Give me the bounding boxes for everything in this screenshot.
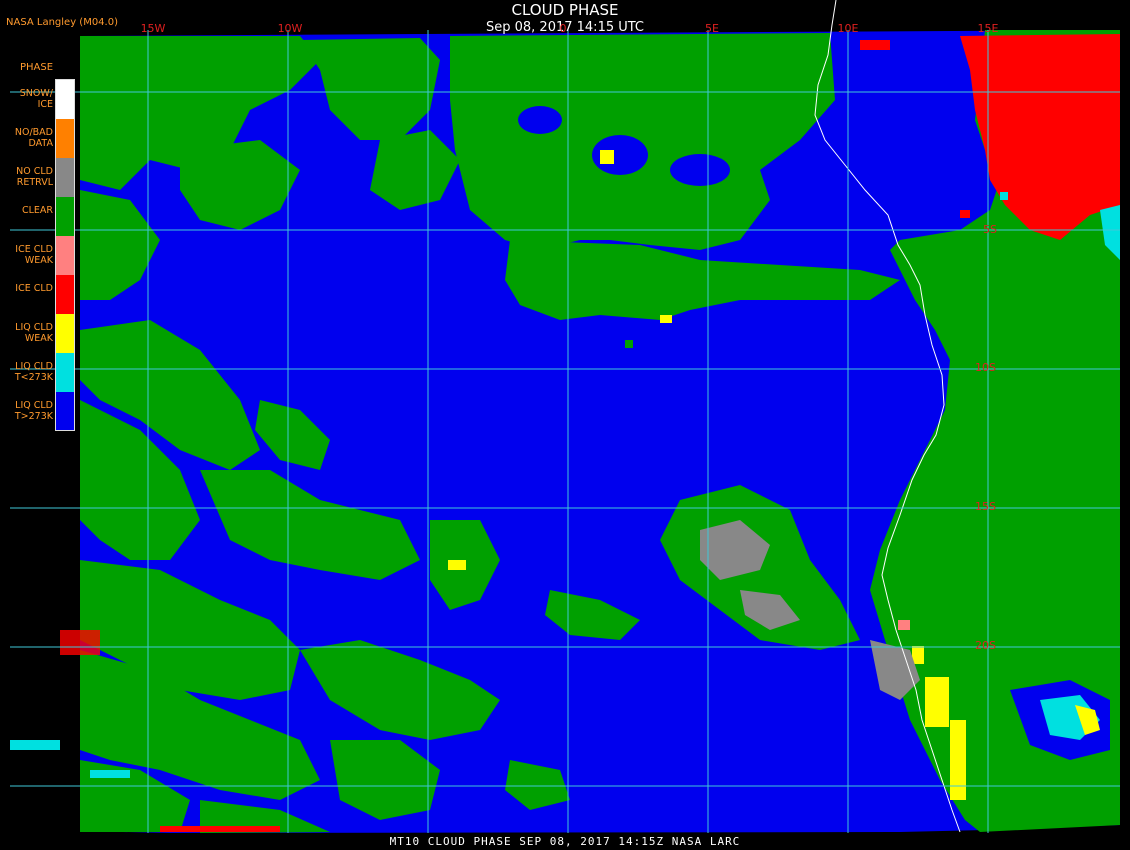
lon-label-15w: 15W (140, 22, 166, 35)
legend-swatch (56, 80, 74, 119)
producer-credit: NASA Langley (M04.0) (6, 17, 118, 28)
map-title: CLOUD PHASE (511, 1, 619, 19)
lat-label-10s: 10S (975, 361, 996, 374)
legend-label: ICE CLD WEAK (15, 244, 53, 266)
lon-label-15e: 15E (977, 22, 999, 35)
legend-label: LIQ CLD T>273K (14, 400, 53, 422)
legend-swatch (56, 314, 74, 353)
map-image (0, 0, 1130, 850)
cloud-phase-map: CLOUD PHASE Sep 08, 2017 14:15 UTC NASA … (0, 0, 1130, 850)
legend-swatch (56, 197, 74, 236)
phase-legend: PHASE SNOW/ ICE NO/BAD DATA NO CLD RETRVL C… (0, 55, 80, 435)
lat-label-5s: 5S (983, 223, 997, 236)
legend-swatch (56, 119, 74, 158)
footer-caption: MT10 CLOUD PHASE SEP 08, 2017 14:15Z NAS… (389, 835, 741, 848)
legend-label: SNOW/ ICE (19, 88, 53, 110)
legend-label: LIQ CLD T<273K (14, 361, 53, 383)
legend-swatch (56, 275, 74, 314)
lon-label-5e: 5E (705, 22, 719, 35)
legend-label: LIQ CLD WEAK (15, 322, 53, 344)
legend-swatch (56, 392, 74, 431)
legend-label: NO CLD RETRVL (16, 166, 53, 188)
legend-swatch (56, 158, 74, 197)
legend-title: PHASE (20, 62, 54, 73)
legend-label: ICE CLD (15, 283, 53, 294)
lat-label-20s: 20S (975, 639, 996, 652)
legend-label: NO/BAD DATA (14, 127, 53, 149)
lat-label-15s: 15S (975, 500, 996, 513)
lon-label-0: 0 (559, 22, 567, 35)
lon-label-10e: 10E (837, 22, 859, 35)
legend-swatch (56, 236, 74, 275)
lon-label-10w: 10W (277, 22, 303, 35)
legend-label: CLEAR (21, 205, 53, 216)
legend-swatch (56, 353, 74, 392)
